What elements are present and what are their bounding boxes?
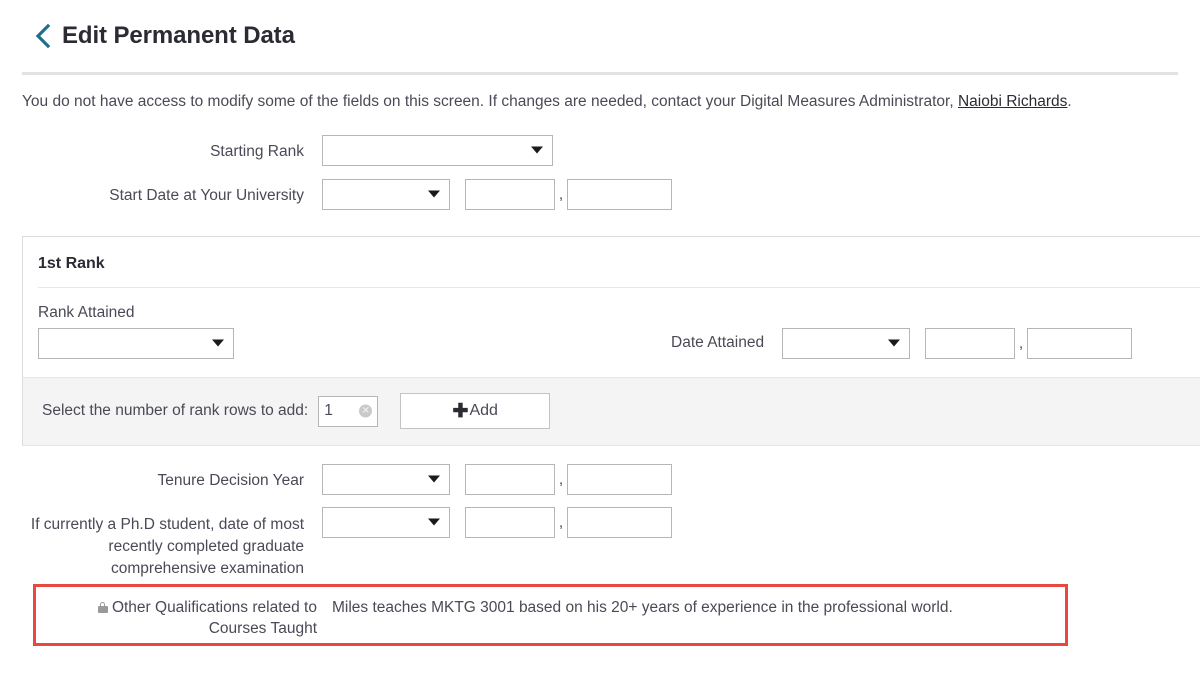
field-row-phd-exam-date: If currently a Ph.D student, date of mos… xyxy=(0,506,1200,580)
date-attained-label: Date Attained xyxy=(671,334,765,352)
other-qualifications-highlight: Other Qualifications related to Courses … xyxy=(33,584,1068,646)
date-separator-comma: , xyxy=(558,513,564,531)
access-notice: You do not have access to modify some of… xyxy=(0,75,1200,113)
add-rank-rows-label: Select the number of rank rows to add: xyxy=(42,402,309,420)
date-separator-comma: , xyxy=(558,185,564,203)
chevron-down-icon xyxy=(531,146,543,154)
rank-card: 1st Rank Rank Attained Date Attained , S… xyxy=(22,235,1200,446)
chevron-down-icon xyxy=(428,475,440,483)
phd-exam-month-select[interactable] xyxy=(322,506,450,538)
field-row-start-date: Start Date at Your University , xyxy=(0,178,1200,210)
date-attained-year-input[interactable] xyxy=(1027,327,1133,359)
add-button[interactable]: ✚ Add xyxy=(400,393,551,430)
starting-rank-label: Starting Rank xyxy=(210,142,304,160)
page-header: Edit Permanent Data xyxy=(0,0,1200,72)
rank-card-body: Rank Attained Date Attained , xyxy=(23,288,1200,377)
phd-exam-date-label: If currently a Ph.D student, date of mos… xyxy=(30,515,304,577)
chevron-down-icon xyxy=(428,190,440,198)
other-qualifications-label-text: Other Qualifications related to Courses … xyxy=(111,599,317,637)
date-attained-group: Date Attained , xyxy=(671,304,1133,359)
field-row-tenure-decision-year: Tenure Decision Year , xyxy=(0,463,1200,495)
starting-rank-controls xyxy=(322,134,553,166)
plus-icon: ✚ xyxy=(452,400,469,422)
tenure-month-select[interactable] xyxy=(322,463,450,495)
add-rank-rows-band: Select the number of rank rows to add: ✕… xyxy=(23,376,1200,446)
tenure-year-input[interactable] xyxy=(567,463,672,495)
other-qualifications-value: Miles teaches MKTG 3001 based on his 20+… xyxy=(332,599,953,616)
rank-attained-group: Rank Attained xyxy=(38,304,234,359)
date-separator-comma: , xyxy=(1018,334,1024,352)
clear-circle-icon[interactable]: ✕ xyxy=(359,404,373,418)
start-date-year-input[interactable] xyxy=(567,178,672,210)
start-date-controls: , xyxy=(322,178,672,210)
tenure-day-input[interactable] xyxy=(465,463,555,495)
chevron-down-icon xyxy=(212,339,224,347)
rank-attained-label: Rank Attained xyxy=(38,303,135,321)
tenure-decision-year-controls: , xyxy=(322,463,672,495)
date-attained-month-select[interactable] xyxy=(782,327,911,359)
start-date-month-select[interactable] xyxy=(322,178,450,210)
add-button-label: Add xyxy=(469,402,498,420)
tenure-decision-year-label: Tenure Decision Year xyxy=(157,471,305,489)
lock-icon xyxy=(97,602,108,613)
lower-fields-group: Tenure Decision Year , If currently a Ph… xyxy=(0,446,1200,580)
page-root: Edit Permanent Data You do not have acce… xyxy=(0,0,1200,646)
chevron-down-icon xyxy=(888,339,901,347)
access-notice-text-after: . xyxy=(1067,93,1072,110)
top-fields-group: Starting Rank Start Date at Your Univers… xyxy=(0,134,1200,210)
rank-attained-select[interactable] xyxy=(38,327,234,359)
rank-card-title: 1st Rank xyxy=(38,254,105,272)
other-qualifications-label: Other Qualifications related to Courses … xyxy=(36,587,332,639)
starting-rank-select[interactable] xyxy=(322,134,553,166)
date-separator-comma: , xyxy=(558,470,564,488)
phd-exam-date-controls: , xyxy=(322,506,672,538)
field-row-starting-rank: Starting Rank xyxy=(0,134,1200,166)
page-title: Edit Permanent Data xyxy=(62,22,295,49)
access-notice-text-before: You do not have access to modify some of… xyxy=(22,93,958,110)
rank-rows-count-field: ✕ xyxy=(318,395,379,427)
date-attained-day-input[interactable] xyxy=(925,327,1016,359)
chevron-left-icon[interactable] xyxy=(32,21,54,51)
phd-exam-day-input[interactable] xyxy=(465,506,555,538)
start-date-day-input[interactable] xyxy=(465,178,555,210)
start-date-label: Start Date at Your University xyxy=(109,186,304,204)
phd-exam-year-input[interactable] xyxy=(567,506,672,538)
chevron-down-icon xyxy=(428,518,440,526)
administrator-link[interactable]: Naiobi Richards xyxy=(958,93,1067,110)
